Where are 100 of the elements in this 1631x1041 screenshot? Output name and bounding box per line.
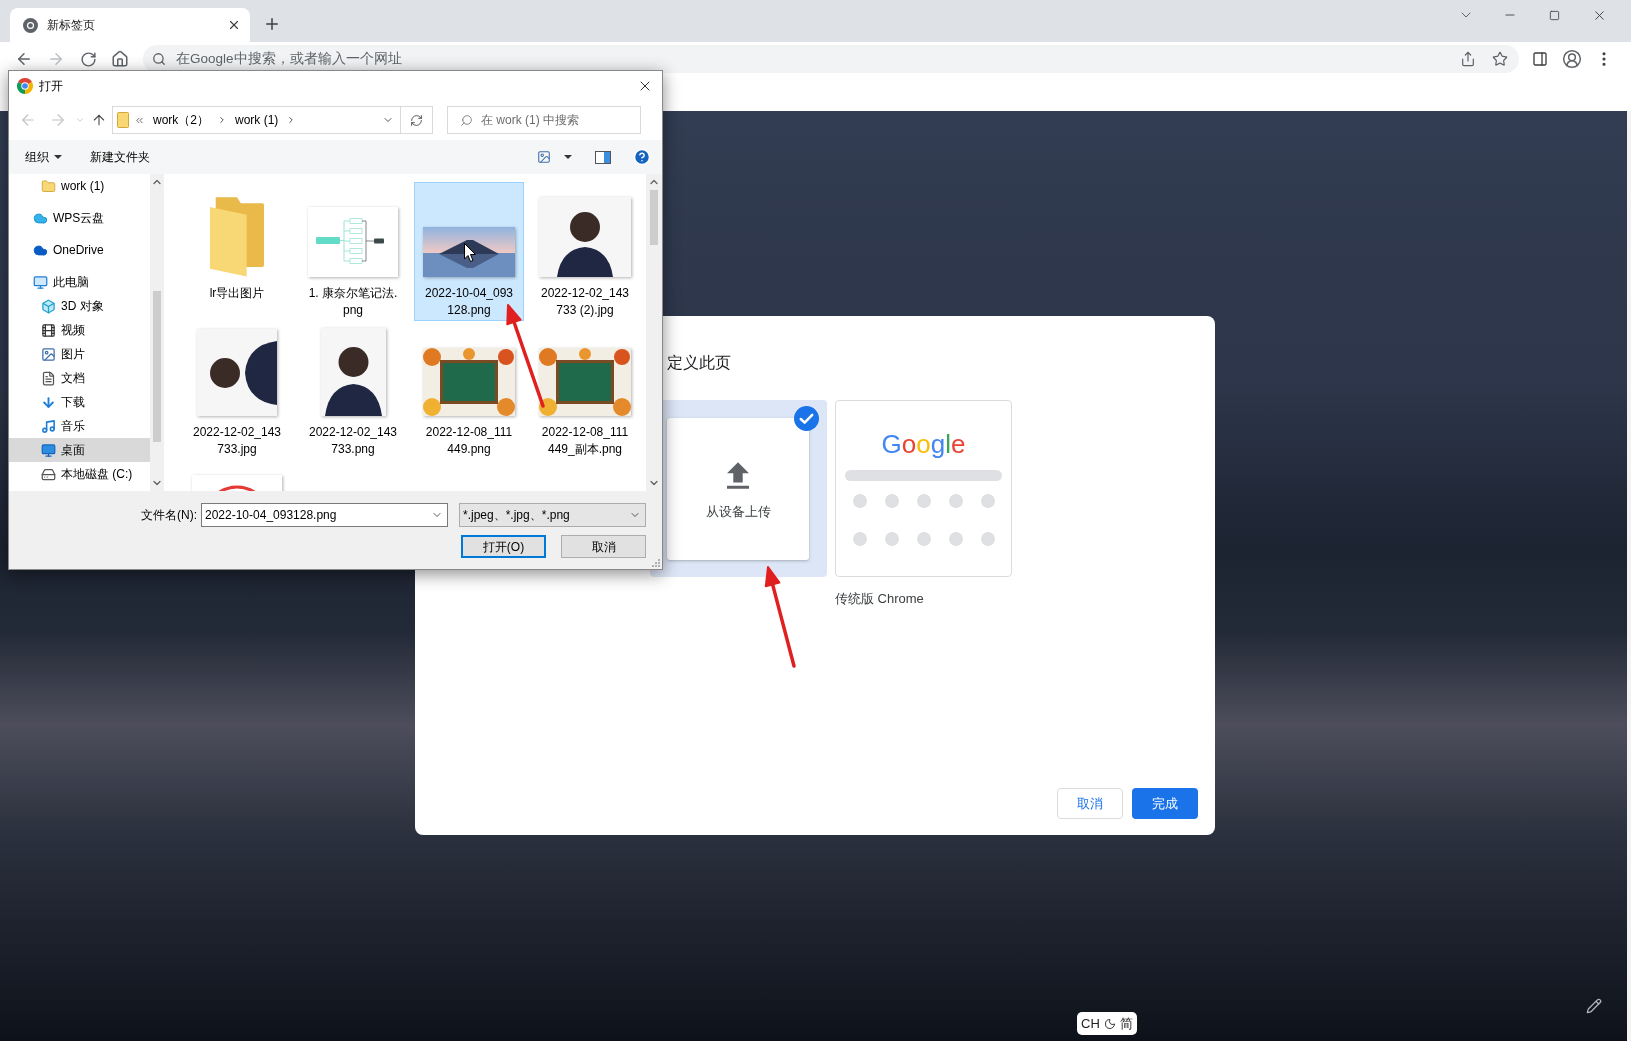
theme-option[interactable]: Google <box>835 400 1012 577</box>
reload-icon[interactable] <box>79 50 97 68</box>
shortcut-placeholder <box>980 494 995 508</box>
ime-mode: 简 <box>1119 1014 1133 1033</box>
mouse-pointer-icon <box>464 243 476 262</box>
scrollbar[interactable] <box>646 174 662 491</box>
file-type-dropdown[interactable]: *.jpeg、*.jpg、*.png <box>459 503 646 527</box>
browser-tab[interactable]: 新标签页 <box>10 8 250 42</box>
plus-icon[interactable] <box>263 15 281 33</box>
side-panel-icon[interactable] <box>1532 51 1548 67</box>
nav-item[interactable]: work (1) <box>9 174 150 198</box>
back-icon[interactable] <box>15 50 33 68</box>
search-input[interactable]: 在 work (1) 中搜索 <box>481 111 640 129</box>
nav-item[interactable]: 桌面 <box>9 438 150 462</box>
dialog-button[interactable]: 打开(O) <box>461 535 546 558</box>
file-name: 1. 康奈尔笔记法. png <box>308 285 398 319</box>
document-icon <box>41 370 56 386</box>
shortcut-placeholder <box>884 532 899 546</box>
app-logo-icon <box>23 17 38 33</box>
nav-item[interactable]: 3D 对象 <box>9 294 150 318</box>
shortcut-placeholder <box>916 494 931 508</box>
resize-grip-icon[interactable] <box>652 559 660 567</box>
nav-item[interactable]: 本地磁盘 (C:) <box>9 462 150 486</box>
dialog-title: 定义此页 <box>667 353 732 373</box>
breadcrumb-item[interactable]: work (1) <box>235 111 279 129</box>
nav-item[interactable]: 图片 <box>9 342 150 366</box>
nav-item[interactable]: 文档 <box>9 366 150 390</box>
edit-icon[interactable] <box>1586 998 1602 1014</box>
nav-item[interactable]: OneDrive <box>9 238 150 262</box>
file-name: 2022-12-08_111 449.png <box>425 424 513 458</box>
dialog-button[interactable]: 取消 <box>1057 788 1123 819</box>
maximize-icon[interactable] <box>1549 9 1560 21</box>
dialog-button[interactable]: 完成 <box>1132 788 1198 819</box>
chevron-right-icon[interactable] <box>217 115 227 125</box>
profile-icon[interactable] <box>1562 49 1582 69</box>
nav-item[interactable]: 音乐 <box>9 414 150 438</box>
help-icon[interactable] <box>633 148 651 166</box>
cube-icon <box>41 298 56 314</box>
upload-card[interactable]: 从设备上传 <box>667 418 809 560</box>
refresh-icon <box>410 113 423 127</box>
search-box[interactable]: 在 work (1) 中搜索 <box>447 106 641 134</box>
file-item[interactable]: 2022-12-08_111 449_副本.png <box>530 321 640 460</box>
nav-item[interactable]: 视频 <box>9 318 150 342</box>
file-item[interactable]: 1. 康奈尔笔记法. png <box>298 182 408 321</box>
dialog-button[interactable]: 取消 <box>561 535 646 558</box>
file-item[interactable]: 2022-12-08_111 449.png <box>414 321 524 460</box>
upload-label: 从设备上传 <box>705 503 771 521</box>
panel-icon[interactable] <box>595 150 611 164</box>
file-item[interactable]: 2022-10-04_093 128.png <box>414 182 524 321</box>
nav-item[interactable]: WPS云盘 <box>9 206 150 230</box>
share-icon[interactable] <box>1460 51 1476 67</box>
file-item[interactable]: 2022-12-02_143 733.png <box>298 321 408 460</box>
folder-icon <box>117 112 129 128</box>
music-note-icon <box>41 418 56 434</box>
refresh-button[interactable] <box>401 106 433 134</box>
nav-item[interactable]: 此电脑 <box>9 270 150 294</box>
picture-icon[interactable] <box>536 150 552 164</box>
monitor-icon <box>41 442 56 458</box>
menu-button[interactable]: 组织 <box>25 148 62 166</box>
shortcut-placeholder <box>852 532 867 546</box>
scrollbar[interactable] <box>150 174 164 491</box>
caret-icon[interactable] <box>564 155 572 159</box>
shortcut-placeholder <box>852 494 867 508</box>
ime-language: CH <box>1081 1014 1100 1033</box>
search-icon <box>152 52 166 66</box>
address-bar[interactable]: 在Google中搜索，或者输入一个网址 <box>143 45 1519 73</box>
file-name: 2022-12-02_143 733.jpg <box>192 424 282 458</box>
file-name: lr导出图片 <box>209 285 265 302</box>
file-name: 2022-12-02_143 733 (2).jpg <box>540 285 630 319</box>
image-icon <box>41 346 56 362</box>
shortcut-placeholder <box>948 532 963 546</box>
file-item[interactable]: 2022-12-02_143 733 (2).jpg <box>530 182 640 321</box>
shortcut-placeholder <box>884 494 899 508</box>
shortcut-placeholder <box>980 532 995 546</box>
ime-indicator[interactable]: CH 简 <box>1077 1012 1137 1035</box>
toolbar-button[interactable]: 新建文件夹 <box>90 148 150 166</box>
cloud-icon <box>33 210 48 226</box>
close-icon[interactable] <box>227 18 241 32</box>
path-bar[interactable]: work（2） work (1) <box>112 106 401 134</box>
up-icon[interactable] <box>91 112 107 128</box>
address-input[interactable]: 在Google中搜索，或者输入一个网址 <box>176 48 1460 70</box>
scrollbar-thumb[interactable] <box>153 291 161 442</box>
google-logo: Google <box>881 430 966 458</box>
folder-icon <box>208 195 266 277</box>
nav-item[interactable]: 下载 <box>9 390 150 414</box>
check-badge-icon <box>794 406 819 431</box>
file-item[interactable]: 2022-12-02_143 733.jpg <box>182 321 292 460</box>
filename-combo[interactable]: 2022-10-04_093128.png <box>201 503 448 527</box>
file-name: 2022-12-02_143 733.png <box>308 424 398 458</box>
shortcut-placeholder <box>948 494 963 508</box>
search-icon <box>460 113 473 127</box>
scrollbar-thumb[interactable] <box>650 190 658 245</box>
star-icon[interactable] <box>1492 51 1508 67</box>
home-icon[interactable] <box>111 50 129 68</box>
cloud-icon <box>33 242 48 258</box>
folder-icon <box>41 178 56 194</box>
file-item[interactable]: lr导出图片 <box>182 182 292 321</box>
breadcrumb-item[interactable]: work（2） <box>153 111 209 129</box>
filename-input[interactable]: 2022-10-04_093128.png <box>205 506 431 524</box>
hard-drive-icon <box>41 466 56 482</box>
